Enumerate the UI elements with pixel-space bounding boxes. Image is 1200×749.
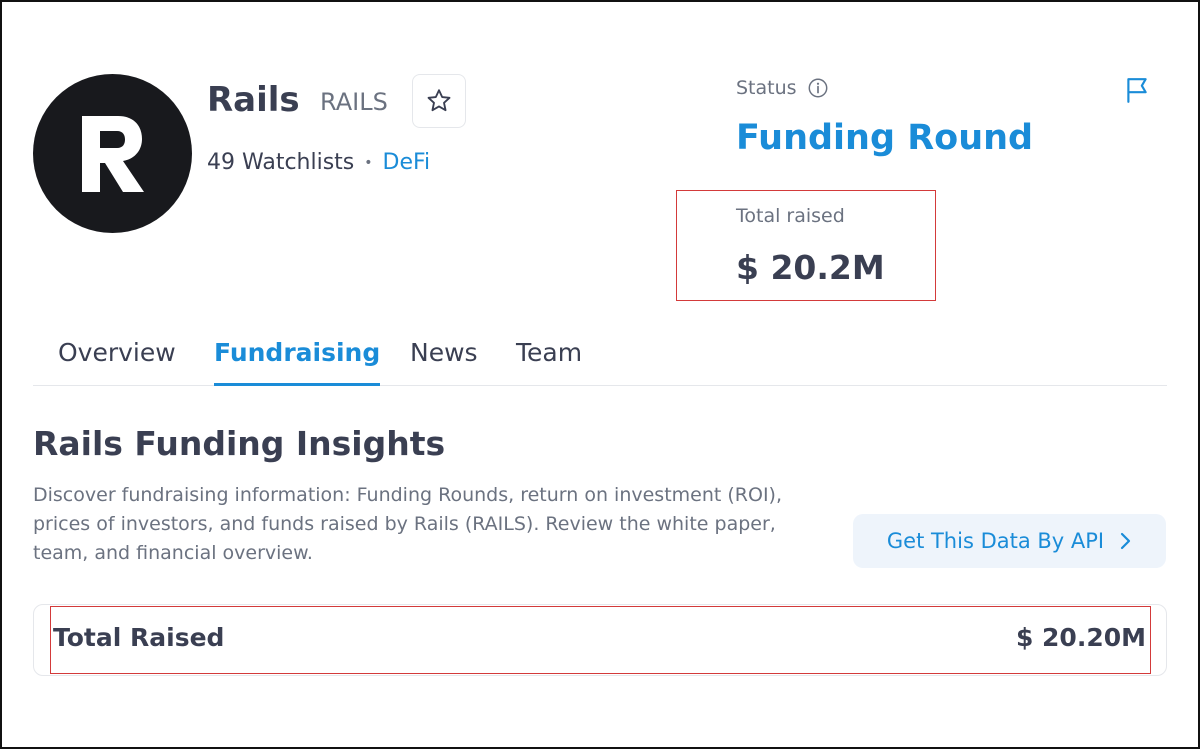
summary-total-raised-value: $ 20.20M: [1015, 623, 1146, 652]
project-ticker: RAILS: [320, 88, 388, 116]
tab-news[interactable]: News: [410, 338, 478, 386]
tab-fundraising[interactable]: Fundraising: [214, 338, 381, 386]
flag-icon[interactable]: [1124, 76, 1150, 104]
watchlists-count: 49 Watchlists: [207, 150, 355, 175]
info-circle-icon[interactable]: [807, 77, 829, 99]
project-meta: 49 Watchlists • DeFi: [207, 150, 430, 175]
tab-team[interactable]: Team: [516, 338, 582, 386]
total-raised-value: $ 20.2M: [736, 248, 885, 287]
category-link[interactable]: DeFi: [383, 150, 431, 175]
api-button-label: Get This Data By API: [886, 529, 1105, 553]
status-value: Funding Round: [736, 118, 1034, 158]
summary-total-raised-label: Total Raised: [53, 623, 225, 652]
project-logo: [33, 74, 192, 233]
meta-separator: •: [364, 154, 373, 171]
watchlist-star-button[interactable]: [412, 74, 466, 128]
project-name: Rails: [207, 80, 300, 120]
insights-title: Rails Funding Insights: [33, 424, 446, 463]
tab-bar: Overview Fundraising News Team: [33, 330, 1167, 386]
star-outline-icon: [427, 89, 451, 112]
status-label: Status: [736, 77, 829, 99]
get-data-by-api-button[interactable]: Get This Data By API: [853, 514, 1166, 568]
status-label-text: Status: [736, 77, 797, 99]
chevron-right-icon: [1121, 532, 1131, 550]
insights-description: Discover fundraising information: Fundin…: [33, 484, 782, 564]
rails-logo-icon: [81, 115, 144, 192]
tab-overview[interactable]: Overview: [58, 338, 176, 386]
total-raised-label: Total raised: [736, 205, 845, 227]
